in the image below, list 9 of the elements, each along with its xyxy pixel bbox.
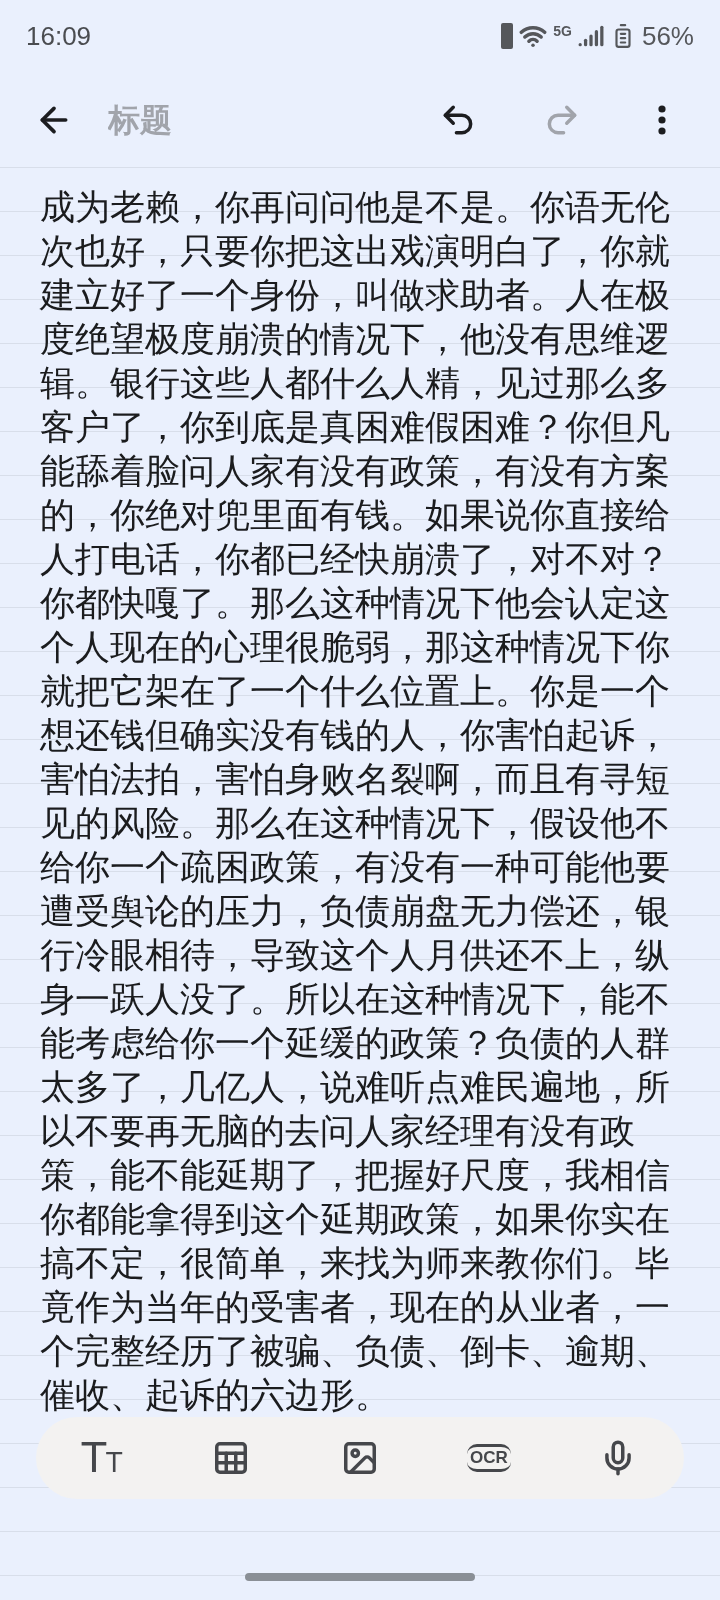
more-options-icon [658, 104, 666, 135]
image-icon [341, 1439, 379, 1477]
network-type: 5G [553, 21, 572, 41]
ocr-button[interactable]: OCR [457, 1426, 521, 1490]
text-format-button[interactable]: TT [70, 1426, 134, 1490]
table-icon [212, 1439, 250, 1477]
note-body[interactable]: 成为老赖，你再问问他是不是。你语无伦次也好，只要你把这出戏演明白了，你就建立好了一个身份，叫做求助者。人在极度绝望极度崩溃的情况下，他没有思维逻辑。银行这些人都什么人精，见过那么多客户了，你到底是真困难假困难？你但凡能舔着脸问人家有没有政策，有没有方案的，你绝对兜里面有钱。如果说你直接给人打电话，你都已经快崩溃了，对不对？你都快嘎了。那么这种情况下他会认定这个人现在的心理很脆弱，那这种情况下你就把它架在了一个什么位置上。你是一个想还钱但确实没有钱的人，你害怕起诉，害怕法拍，害怕身败名裂啊，而且有寻短见的风险。那么在这种情况下，假设他不给你一个疏困政策，有没有一种可能他要遭受舆论的压力，负债崩盘无力偿还，银行冷眼相待，导致这个人月供还不上，纵身一跃人没了。所以在这种情况下，能不能考虑给你一个延缓的政策？负债的人群太多了，几亿人，说难听点难民遍地，所以不要再无脑的去问人家经理有没有政策，能不能延期了，把握好尺度，我相信你都能拿得到这个延期政策，如果你实在搞不定，很简单，来找为师来教你们。毕竟作为当年的受害者，现在的从业者，一个完整经历了被骗、负债、倒卡、逾期、催收、起诉的六边形。 [40, 185, 682, 1418]
battery-percent: 56% [641, 19, 694, 53]
status-time: 16:09 [26, 19, 92, 53]
